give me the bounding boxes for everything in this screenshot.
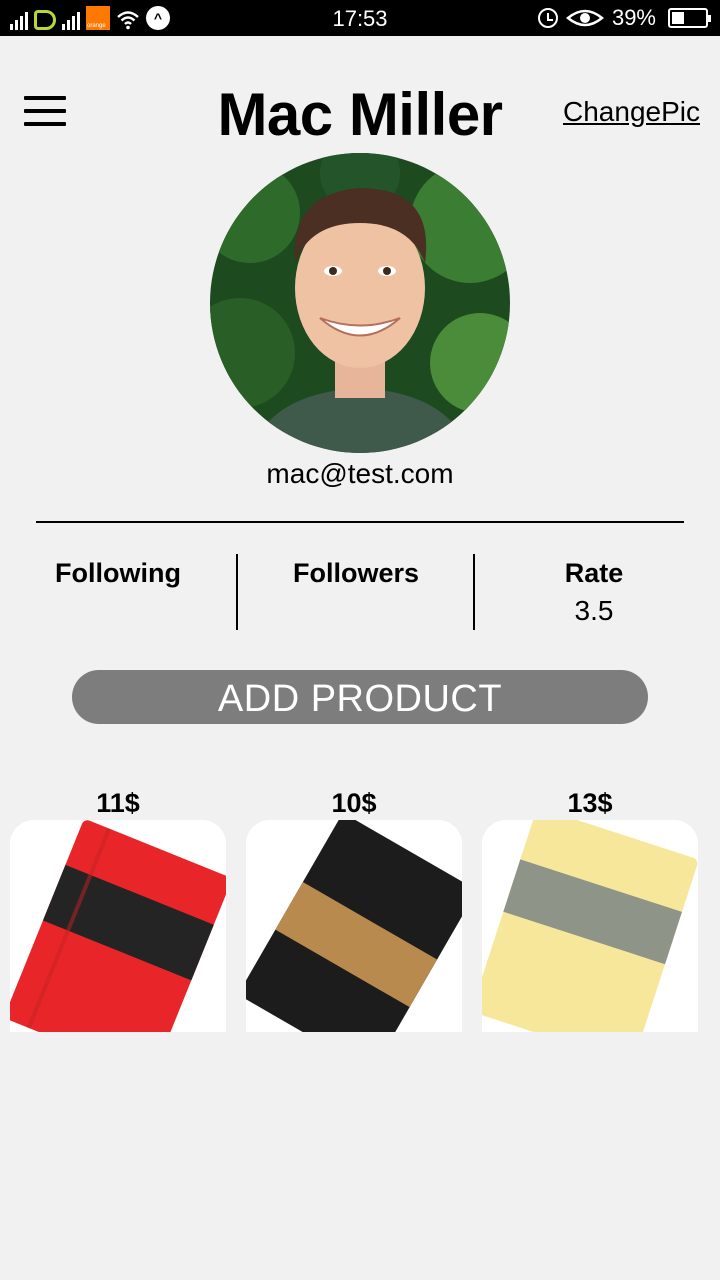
product-image: [482, 820, 698, 1032]
avatar: [210, 153, 510, 453]
product-price: 11$: [96, 788, 140, 818]
status-bar: orange ^ 17:53 39%: [0, 0, 720, 36]
battery-percent: 39%: [611, 5, 656, 30]
battery-icon: [668, 8, 711, 28]
change-pic-link[interactable]: ChangePic: [563, 96, 700, 128]
stat-label: Rate: [564, 558, 624, 588]
profile-email: mac@test.com: [266, 458, 454, 489]
stat-followers[interactable]: Followers: [238, 554, 474, 595]
add-product-button[interactable]: ADD PRODUCT: [72, 670, 648, 724]
product-price: 10$: [331, 788, 377, 818]
stat-label: Followers: [292, 558, 420, 588]
stat-following[interactable]: Following: [0, 554, 236, 595]
product-card[interactable]: 13$: [482, 786, 698, 1032]
stat-label: Following: [55, 558, 181, 588]
eye-comfort-icon: [565, 9, 604, 27]
product-image: [10, 820, 226, 1032]
status-right-icons: 39%: [537, 5, 711, 31]
alarm-icon: [537, 8, 558, 28]
battery-level-fill: [672, 12, 684, 24]
divider: [36, 521, 684, 523]
product-price: 13$: [567, 788, 613, 818]
product-image: [246, 820, 462, 1032]
product-card[interactable]: 10$: [246, 786, 462, 1032]
stat-value: 3.5: [574, 595, 614, 626]
stat-rate: Rate 3.5: [476, 554, 712, 627]
stats-row: Following Followers Rate 3.5: [0, 554, 720, 630]
stat-separator: [473, 554, 475, 630]
product-card[interactable]: 11$: [10, 786, 226, 1032]
